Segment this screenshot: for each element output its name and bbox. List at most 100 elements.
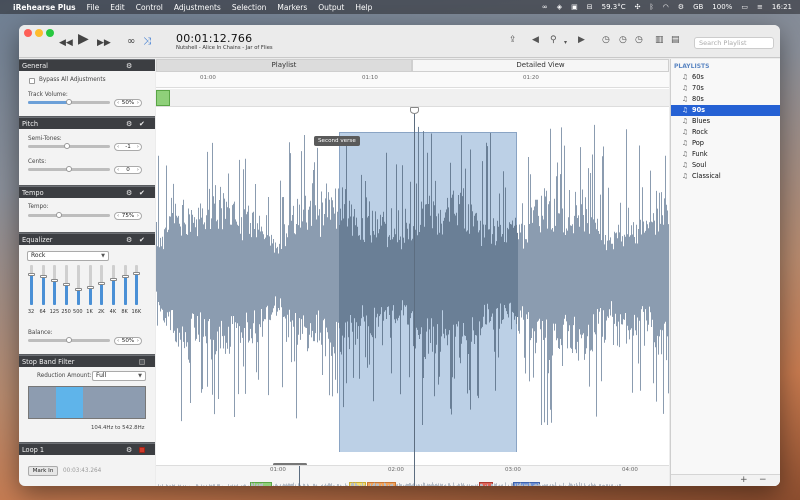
eq-band-knob[interactable] — [109, 278, 117, 281]
tab-playlist[interactable]: Playlist — [156, 59, 412, 72]
reduction-select[interactable]: Full ▼ — [92, 371, 146, 381]
stop-band-section-header[interactable]: Stop Band Filter — [19, 355, 155, 367]
stepper-decrement-icon[interactable]: ‹ — [117, 144, 119, 150]
tempo-stepper[interactable]: ‹ 75% › — [114, 212, 142, 220]
playhead-handle[interactable] — [410, 107, 419, 114]
menu-output[interactable]: Output — [318, 3, 344, 12]
overview-playhead[interactable] — [299, 466, 300, 486]
fan-icon[interactable]: ✣ — [635, 3, 641, 11]
stepper-decrement-icon[interactable]: ‹ — [117, 338, 119, 344]
stepper-increment-icon[interactable]: › — [137, 167, 139, 173]
semitones-slider[interactable] — [28, 143, 110, 149]
wifi-icon[interactable]: ◠ — [663, 3, 669, 11]
eq-band-knob[interactable] — [28, 272, 35, 276]
playlist-item-classical[interactable]: ♫ Classical — [671, 171, 780, 182]
loop-enable-checkbox[interactable] — [139, 447, 145, 453]
next-marker-icon[interactable]: ▶ — [578, 36, 585, 45]
menu-edit[interactable]: Edit — [110, 3, 125, 12]
eq-band-knob[interactable] — [63, 283, 71, 287]
shuffle-icon[interactable]: ⤨ — [143, 36, 151, 47]
menu-control[interactable]: Control — [136, 3, 163, 12]
stepper-increment-icon[interactable]: › — [137, 100, 139, 106]
waveform[interactable] — [156, 116, 669, 452]
playlist-item-blues[interactable]: ♫ Blues — [671, 116, 780, 127]
eq-preset-select[interactable]: Rock ▼ — [27, 251, 109, 261]
stepper-decrement-icon[interactable]: ‹ — [117, 213, 119, 219]
search-playlist-input[interactable]: Search Playlist — [694, 37, 774, 49]
marker-dropdown-icon[interactable]: ▾ — [564, 38, 567, 47]
stepper-decrement-icon[interactable]: ‹ — [117, 167, 119, 173]
bypass-checkbox[interactable] — [29, 78, 35, 84]
menu-markers[interactable]: Markers — [277, 3, 307, 12]
tempo-slider[interactable] — [28, 212, 110, 218]
eq-band-slider[interactable] — [121, 265, 129, 305]
pitch-section-header[interactable]: Pitch ⚙ ✔ — [19, 117, 155, 129]
stepper-decrement-icon[interactable]: ‹ — [117, 100, 119, 106]
stepper-increment-icon[interactable]: › — [137, 144, 139, 150]
rewind-icon[interactable]: ◀◀ — [59, 38, 73, 49]
stopwatch-icon[interactable]: ◷ — [635, 36, 643, 45]
input-source[interactable]: GB — [693, 3, 703, 11]
playlist-item-70s[interactable]: ♫ 70s — [671, 83, 780, 94]
cents-stepper[interactable]: ‹ 0 › — [114, 166, 142, 174]
creative-cloud-icon[interactable]: ∞ — [542, 3, 548, 11]
tempo-section-header[interactable]: Tempo ⚙ ✔ — [19, 186, 155, 198]
semitones-stepper[interactable]: ‹ -1 › — [114, 143, 142, 151]
general-section-header[interactable]: General ⚙ — [19, 59, 155, 71]
overview-timeline[interactable]: 01:00 02:00 03:00 04:00 — [156, 465, 669, 486]
playlist-item-rock[interactable]: ♫ Rock — [671, 127, 780, 138]
tempo-knob[interactable] — [56, 212, 62, 218]
app-menu[interactable]: iRehearse Plus — [13, 3, 76, 12]
region-marker-green[interactable] — [156, 90, 170, 106]
scanner-icon[interactable]: ⊟ — [587, 3, 593, 11]
minimize-button[interactable] — [35, 29, 43, 37]
right-sidebar-toggle-icon[interactable]: ▤ — [671, 36, 680, 45]
eq-band-slider[interactable] — [51, 265, 59, 305]
marker-icon[interactable]: ⚲ — [550, 36, 557, 45]
camera-icon[interactable]: ▣ — [571, 3, 578, 11]
playhead-line[interactable] — [414, 108, 415, 486]
volume-slider[interactable] — [28, 99, 110, 105]
eq-band-slider[interactable] — [28, 265, 35, 305]
playlist-item-80s[interactable]: ♫ 80s — [671, 94, 780, 105]
menu-help[interactable]: Help — [355, 3, 372, 12]
semitones-knob[interactable] — [64, 143, 70, 149]
previous-marker-icon[interactable]: ◀ — [532, 36, 539, 45]
eq-band-slider[interactable] — [86, 265, 94, 305]
control-center-icon[interactable]: ⚙ — [678, 3, 684, 11]
notification-center-icon[interactable]: ≡ — [757, 3, 763, 11]
balance-slider[interactable] — [28, 337, 110, 343]
menu-adjustments[interactable]: Adjustments — [174, 3, 221, 12]
cpu-temp[interactable]: 59.3°C — [602, 3, 626, 11]
loop-icon[interactable]: ∞ — [127, 36, 135, 47]
volume-stepper[interactable]: ‹ 50% › — [114, 99, 142, 107]
shield-icon[interactable]: ◈ — [557, 3, 562, 11]
bluetooth-icon[interactable]: ᛒ — [649, 3, 653, 11]
cents-slider[interactable] — [28, 166, 110, 172]
eq-band-slider[interactable] — [74, 265, 82, 305]
play-icon[interactable]: ▶ — [78, 32, 89, 46]
fast-forward-icon[interactable]: ▶▶ — [97, 38, 111, 49]
speed-icon[interactable]: ◷ — [602, 36, 610, 45]
tab-detailed-view[interactable]: Detailed View — [412, 59, 669, 72]
remove-playlist-button[interactable]: − — [759, 475, 767, 485]
zoom-button[interactable] — [46, 29, 54, 37]
stop-band-graph[interactable] — [28, 386, 146, 419]
stepper-increment-icon[interactable]: › — [137, 338, 139, 344]
menu-selection[interactable]: Selection — [232, 3, 267, 12]
eq-band-knob[interactable] — [39, 275, 47, 279]
eq-band-knob[interactable] — [133, 272, 141, 275]
eq-band-knob[interactable] — [74, 288, 82, 291]
eq-band-slider[interactable] — [109, 265, 117, 305]
cents-knob[interactable] — [66, 166, 72, 172]
eq-band-knob[interactable] — [98, 282, 106, 285]
battery-percent[interactable]: 100% — [712, 3, 732, 11]
loop-section-header[interactable]: Loop 1 ⚙ — [19, 443, 155, 455]
equalizer-section-header[interactable]: Equalizer ⚙ ✔ — [19, 233, 155, 245]
playlist-item-pop[interactable]: ♫ Pop — [671, 138, 780, 149]
eq-band-slider[interactable] — [98, 265, 106, 305]
left-sidebar-toggle-icon[interactable]: ▥ — [655, 36, 664, 45]
close-button[interactable] — [24, 29, 32, 37]
timeline-ruler[interactable]: 01:00 01:10 01:20 — [156, 72, 669, 88]
add-playlist-button[interactable]: + — [740, 475, 748, 485]
